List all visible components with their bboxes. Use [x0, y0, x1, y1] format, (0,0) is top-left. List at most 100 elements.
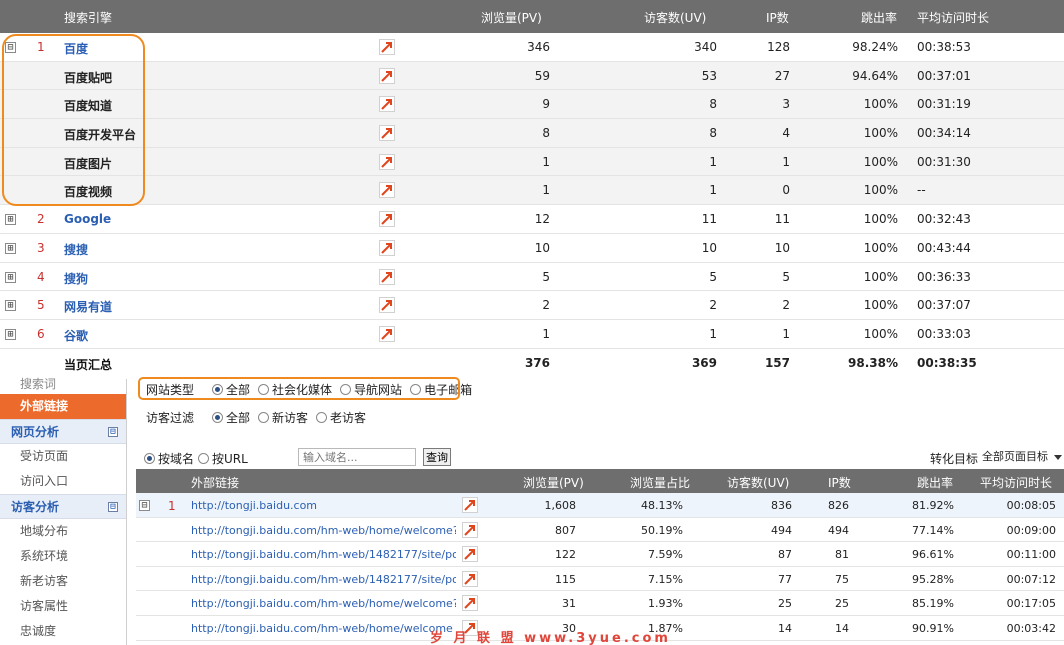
- header-duration[interactable]: 平均访问时长: [980, 474, 1052, 491]
- trend-icon[interactable]: [379, 153, 395, 170]
- filter-option[interactable]: 电子邮箱: [410, 381, 472, 398]
- trend-icon[interactable]: [379, 96, 395, 113]
- sidebar-item[interactable]: 系统环境: [0, 544, 126, 569]
- cell-pv: 1: [542, 183, 550, 198]
- sidebar-item[interactable]: 访问入口: [0, 469, 126, 494]
- sidebar-item[interactable]: 访客属性: [0, 594, 126, 619]
- sidebar-item[interactable]: 地域分布: [0, 519, 126, 544]
- conversion-select[interactable]: 全部页面目标: [978, 447, 1064, 467]
- sidebar-item[interactable]: 新老访客: [0, 569, 126, 594]
- cell-bounce: 100%: [863, 212, 898, 227]
- trend-icon[interactable]: [379, 182, 395, 199]
- cell-pv: 31: [562, 597, 576, 611]
- trend-icon[interactable]: [462, 546, 478, 563]
- header-uv[interactable]: 访客数(UV): [644, 9, 706, 26]
- trend-icon[interactable]: [379, 125, 395, 142]
- external-link[interactable]: http://tongji.baidu.com/hm-web/home/welc…: [191, 622, 456, 635]
- header-ip[interactable]: IP数: [766, 9, 789, 26]
- external-link[interactable]: http://tongji.baidu.com/hm-web/home/welc…: [191, 597, 456, 610]
- header-bounce[interactable]: 跳出率: [861, 9, 897, 26]
- external-link[interactable]: http://tongji.baidu.com/hm-web/1482177/s…: [191, 573, 456, 586]
- row-rank: 2: [37, 212, 45, 227]
- cell-pv: 346: [527, 40, 550, 54]
- search-engine-table: 搜索引擎 浏览量(PV) 访客数(UV) IP数 跳出率 平均访问时长 ⊟ 1 百度…: [0, 0, 1064, 378]
- sidebar-section-title: 网页分析: [11, 425, 60, 439]
- cell-ip: 81: [835, 548, 849, 562]
- cell-pv: 807: [555, 523, 576, 537]
- radio-by-url[interactable]: 按URL: [198, 450, 248, 467]
- filter-option[interactable]: 全部: [212, 381, 250, 398]
- cell-pv: 376: [524, 355, 550, 370]
- trend-icon[interactable]: [462, 497, 478, 513]
- header-uv[interactable]: 访客数(UV): [727, 474, 789, 491]
- external-link[interactable]: http://tongji.baidu.com: [191, 499, 456, 512]
- engine-name[interactable]: 网易有道: [64, 298, 112, 315]
- engine-name[interactable]: 百度: [64, 40, 88, 57]
- collapse-icon[interactable]: ⊟: [139, 500, 150, 511]
- summary-row: 当页汇总 376 369 157 98.38% 00:38:35: [0, 348, 1064, 378]
- filter-option[interactable]: 全部: [212, 409, 250, 426]
- trend-icon[interactable]: [462, 595, 478, 612]
- trend-icon[interactable]: [379, 67, 395, 84]
- query-button[interactable]: 查询: [423, 448, 451, 466]
- header-duration[interactable]: 平均访问时长: [917, 9, 989, 26]
- expand-icon[interactable]: ⊞: [5, 300, 16, 312]
- collapse-icon[interactable]: ⊟: [5, 42, 16, 53]
- header-bounce[interactable]: 跳出率: [917, 474, 953, 491]
- cell-bounce: 96.61%: [912, 548, 954, 562]
- external-link[interactable]: http://tongji.baidu.com/hm-web/1482177/s…: [191, 548, 456, 561]
- trend-icon[interactable]: [379, 297, 395, 314]
- cell-uv: 5: [709, 269, 717, 284]
- collapse-icon[interactable]: ⊟: [108, 427, 118, 437]
- site-type-label: 网站类型: [146, 383, 195, 397]
- sidebar-item[interactable]: 受访页面: [0, 444, 126, 469]
- expand-icon[interactable]: ⊞: [5, 214, 16, 226]
- cell-uv: 1: [709, 326, 717, 341]
- engine-name[interactable]: 谷歌: [64, 327, 88, 344]
- collapse-icon[interactable]: ⊟: [108, 502, 118, 512]
- sidebar-item-search-terms[interactable]: 搜索词: [0, 378, 126, 394]
- engine-name: 百度视频: [64, 185, 113, 200]
- trend-icon[interactable]: [379, 325, 395, 342]
- header-link[interactable]: 外部链接: [191, 474, 239, 491]
- engine-name[interactable]: 搜搜: [64, 241, 88, 258]
- cell-pv: 5: [542, 269, 550, 284]
- filter-option[interactable]: 社会化媒体: [258, 381, 332, 398]
- table-row: 百度视频 1 1 0 100% --: [0, 176, 1064, 206]
- trend-icon[interactable]: [462, 570, 478, 587]
- cell-bounce: 90.91%: [912, 621, 954, 635]
- radio-by-domain[interactable]: 按域名: [144, 450, 194, 467]
- domain-search-input[interactable]: [298, 448, 416, 466]
- cell-bounce: 100%: [863, 183, 898, 198]
- trend-icon[interactable]: [379, 39, 395, 55]
- sidebar-section[interactable]: 访客分析 ⊟: [0, 494, 126, 519]
- table-row: ⊟ 1 http://tongji.baidu.com 1,608 48.13% 836 8…: [136, 493, 1064, 518]
- trend-icon[interactable]: [462, 521, 478, 538]
- filter-option[interactable]: 新访客: [258, 409, 308, 426]
- filter-option[interactable]: 导航网站: [340, 381, 402, 398]
- header-engine[interactable]: 搜索引擎: [64, 9, 112, 26]
- external-link[interactable]: http://tongji.baidu.com/hm-web/home/welc…: [191, 524, 456, 537]
- header-pv[interactable]: 浏览量(PV): [481, 9, 542, 26]
- sidebar-section[interactable]: 网页分析 ⊟: [0, 419, 126, 444]
- filter-option[interactable]: 老访客: [316, 409, 366, 426]
- expand-icon[interactable]: ⊞: [5, 242, 16, 254]
- cell-duration: 00:38:53: [917, 40, 971, 54]
- filter-option-label: 全部: [226, 383, 251, 397]
- header-pct[interactable]: 浏览量占比: [630, 474, 690, 491]
- trend-icon[interactable]: [379, 211, 395, 228]
- radio-icon: [258, 384, 270, 395]
- visitor-filter-label: 访客过滤: [146, 411, 195, 425]
- sidebar-item[interactable]: 忠诚度: [0, 619, 126, 644]
- cell-uv: 8: [709, 97, 717, 112]
- cell-duration: 00:33:03: [917, 326, 971, 341]
- engine-name[interactable]: Google: [64, 212, 111, 226]
- engine-name[interactable]: 搜狗: [64, 270, 88, 287]
- trend-icon[interactable]: [379, 239, 395, 256]
- trend-icon[interactable]: [379, 268, 395, 285]
- sidebar-item-external-links[interactable]: 外部链接: [0, 394, 126, 419]
- expand-icon[interactable]: ⊞: [5, 271, 16, 283]
- expand-icon[interactable]: ⊞: [5, 328, 16, 340]
- header-ip[interactable]: IP数: [828, 474, 851, 491]
- header-pv[interactable]: 浏览量(PV): [523, 474, 584, 491]
